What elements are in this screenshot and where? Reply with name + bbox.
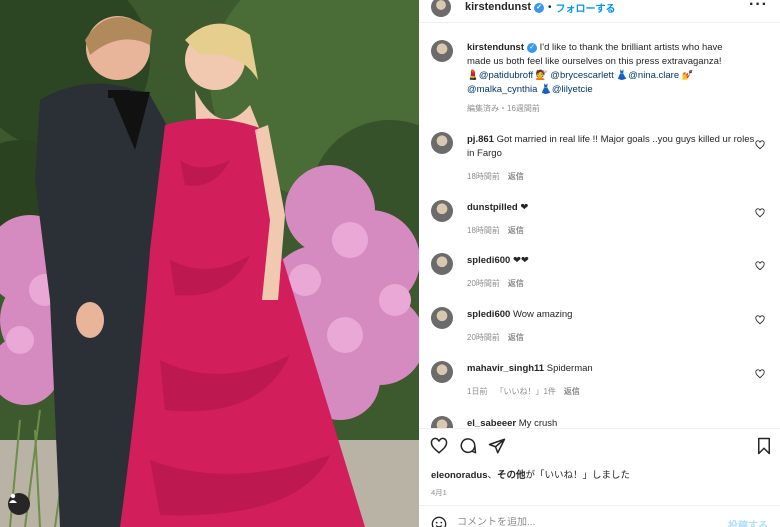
caption-line: @malka_cynthia 👗@lilyetcie — [467, 84, 593, 95]
like-heart-icon[interactable] — [755, 208, 765, 218]
like-heart-icon[interactable] — [755, 369, 765, 379]
caption-line: I'd like to thank the brilliant artists … — [539, 42, 723, 53]
likes-summary: eleonoradus、その他が「いいね！」しました — [431, 467, 630, 481]
comment-text: ❤❤ — [512, 255, 529, 266]
likes-sep: 、 — [487, 470, 498, 481]
avatar[interactable] — [431, 416, 453, 428]
comment-icon[interactable] — [459, 437, 477, 455]
caption-line: made us both feel like ourselves on this… — [467, 56, 722, 67]
post-date[interactable]: 4月1 — [431, 487, 447, 498]
avatar[interactable] — [431, 307, 453, 329]
likes-rest: が「いいね！」しました — [525, 470, 631, 481]
like-heart-icon[interactable] — [755, 140, 765, 150]
comment-username[interactable]: mahavir_singh11 — [467, 363, 544, 374]
reply-button[interactable]: 返信 — [508, 226, 524, 235]
post-panel: kirstendunst ✓ • フォローする ··· kirstendunst ✓… — [419, 0, 780, 527]
comments-list[interactable]: kirstendunst ✓ I'd like to thank the bril… — [419, 30, 780, 428]
header-username[interactable]: kirstendunst ✓ — [465, 1, 545, 13]
comment-text: ❤ — [520, 202, 529, 213]
comment-time[interactable]: 18時間前 — [467, 226, 500, 235]
comment-username[interactable]: el_sabeeer — [467, 418, 516, 428]
verified-icon: ✓ — [527, 43, 538, 53]
follow-button[interactable]: フォローする — [556, 0, 616, 15]
comment-input[interactable] — [457, 517, 657, 527]
comment-username[interactable]: dunstpilled — [467, 202, 518, 213]
dot-separator: • — [548, 1, 552, 13]
comment-text: My crush — [518, 418, 558, 428]
heart-icon[interactable] — [430, 437, 448, 455]
like-heart-icon[interactable] — [755, 315, 765, 325]
emoji-icon[interactable] — [431, 516, 447, 527]
comment-time[interactable]: 20時間前 — [467, 279, 500, 288]
avatar[interactable] — [431, 200, 453, 222]
comment-username[interactable]: pj.861 — [467, 134, 494, 145]
caption-username[interactable]: kirstendunst — [467, 42, 524, 53]
comment-time[interactable]: 1日前 — [467, 387, 487, 396]
divider — [419, 428, 780, 429]
reply-button[interactable]: 返信 — [508, 333, 524, 342]
user-tag-icon[interactable] — [8, 493, 30, 515]
liked-by-user[interactable]: eleonoradus — [431, 470, 488, 481]
post-header: kirstendunst ✓ • フォローする ··· — [419, 0, 780, 22]
verified-icon: ✓ — [534, 3, 545, 13]
username-text[interactable]: kirstendunst — [465, 1, 531, 13]
comment-text: Wow amazing — [512, 309, 573, 320]
bookmark-icon[interactable] — [755, 437, 773, 455]
caption-text: kirstendunst ✓ I'd like to thank the bril… — [467, 41, 757, 97]
post-photo[interactable] — [0, 0, 419, 527]
comment-text: Got married in real life !! Major goals … — [467, 134, 755, 159]
reply-button[interactable]: 返信 — [564, 387, 580, 396]
avatar[interactable] — [431, 361, 453, 383]
like-heart-icon[interactable] — [755, 261, 765, 271]
comment-time[interactable]: 18時間前 — [467, 172, 500, 181]
comment-likes[interactable]: 「いいね！」1件 — [495, 387, 555, 396]
action-bar — [419, 434, 780, 460]
reply-button[interactable]: 返信 — [508, 172, 524, 181]
comment-time[interactable]: 20時間前 — [467, 333, 500, 342]
avatar[interactable] — [431, 0, 451, 17]
caption-meta: 編集済み・16週間前 — [467, 104, 540, 113]
comment-username[interactable]: spledi600 — [467, 309, 510, 320]
caption-line: 💄@patidubroff 💇 @brycescarlett 👗@nina.cl… — [467, 70, 694, 81]
post-comment-button[interactable]: 投稿する — [728, 517, 768, 527]
more-icon[interactable]: ··· — [749, 0, 768, 14]
likes-others-link[interactable]: その他 — [497, 470, 526, 481]
avatar[interactable] — [431, 132, 453, 154]
comment-username[interactable]: spledi600 — [467, 255, 510, 266]
divider — [419, 505, 780, 506]
photo-illustration — [0, 0, 419, 527]
share-icon[interactable] — [488, 437, 506, 455]
comment-form: 投稿する — [419, 512, 780, 527]
avatar[interactable] — [431, 253, 453, 275]
divider — [419, 22, 780, 23]
reply-button[interactable]: 返信 — [508, 279, 524, 288]
avatar[interactable] — [431, 40, 453, 62]
comment-text: Spiderman — [546, 363, 593, 374]
